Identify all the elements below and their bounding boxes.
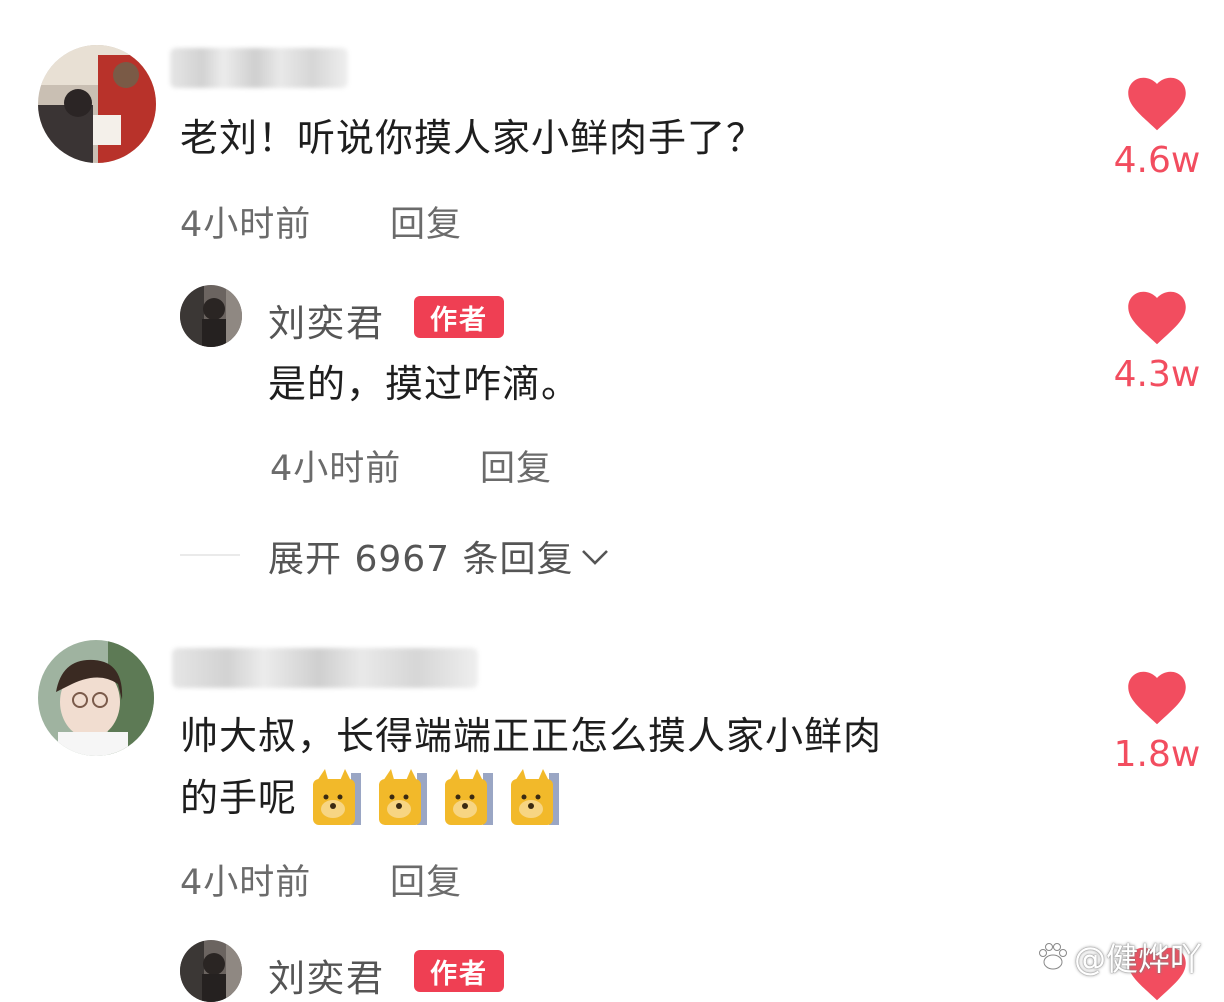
comment-text-line1: 帅大叔，长得端端正正怎么摸人家小鲜肉: [180, 714, 883, 758]
avatar[interactable]: [38, 640, 154, 756]
doge-emoji: [377, 769, 429, 827]
author-name[interactable]: 刘奕君: [268, 293, 385, 347]
expand-label: 展开 6967 条回复: [268, 539, 574, 580]
reply-button[interactable]: 回复: [390, 854, 462, 905]
author-name[interactable]: 刘奕君: [268, 948, 385, 1002]
comment-time: 4小时前: [180, 205, 312, 245]
like-button[interactable]: [1127, 76, 1187, 132]
like-count: 1.8w: [1113, 734, 1201, 775]
doge-emoji: [509, 769, 561, 827]
expand-replies-button[interactable]: 展开 6967 条回复: [268, 530, 612, 582]
like-count: 4.6w: [1113, 140, 1201, 181]
chevron-down-icon: [581, 550, 608, 565]
like-count: 4.3w: [1113, 354, 1201, 395]
reply-time: 4小时前: [270, 449, 402, 489]
comment-text-line2-text: 的手呢: [180, 776, 298, 820]
comment-time: 4小时前: [180, 863, 312, 903]
comment-text: 老刘！听说你摸人家小鲜肉手了？: [180, 116, 766, 160]
like-button[interactable]: [1127, 670, 1187, 726]
watermark-text: @健烨吖: [1074, 940, 1203, 978]
reply-text: 是的，摸过咋滴。: [268, 362, 581, 406]
paw-logo-icon: [1039, 943, 1067, 970]
username-redacted: [170, 48, 348, 88]
reply-button[interactable]: 回复: [480, 440, 552, 491]
avatar[interactable]: [180, 940, 242, 1002]
comment-text-line2: 的手呢: [180, 766, 575, 830]
doge-emoji: [443, 769, 495, 827]
heart-icon: [1128, 671, 1186, 725]
reply-button[interactable]: 回复: [390, 196, 462, 247]
like-button[interactable]: [1127, 290, 1187, 346]
heart-icon: [1128, 291, 1186, 345]
avatar[interactable]: [38, 45, 156, 163]
author-badge: 作者: [414, 296, 504, 338]
author-badge: 作者: [414, 950, 504, 992]
doge-emoji: [311, 769, 363, 827]
comment-item: 老刘！听说你摸人家小鲜肉手了？ 4小时前 回复 4.6w 刘奕君 作者 是的，摸…: [0, 0, 1224, 600]
expand-divider: [180, 554, 240, 556]
avatar[interactable]: [180, 285, 242, 347]
heart-icon: [1128, 77, 1186, 131]
username-redacted: [172, 648, 478, 688]
watermark: @健烨吖: [1036, 934, 1202, 980]
